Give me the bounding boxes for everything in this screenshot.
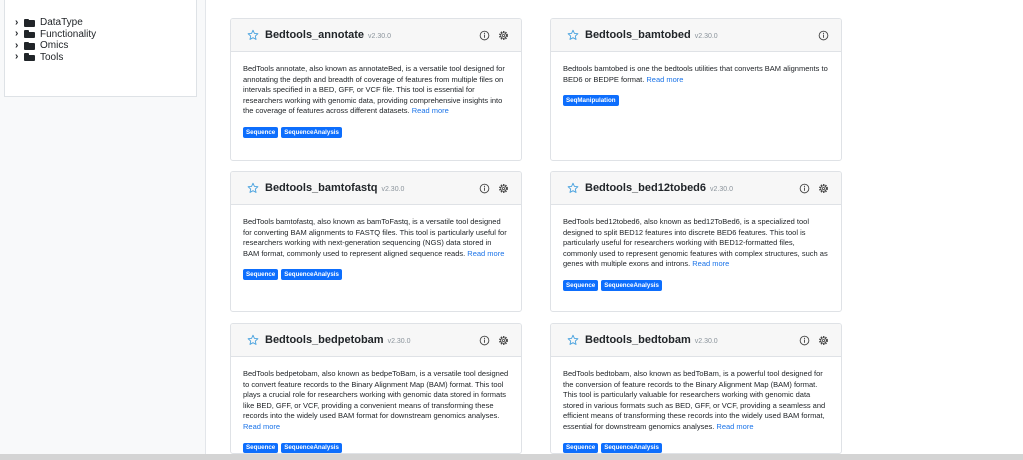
tool-card-bedtools-bedpetobam: Bedtools_bedpetobam v2.30.0 BedTools bed… [230, 323, 522, 454]
info-icon[interactable] [479, 30, 490, 41]
star-icon[interactable] [567, 29, 579, 41]
card-version: v2.30.0 [694, 32, 718, 40]
card-body: BedTools annotate, also known as annotat… [231, 52, 521, 138]
tool-card-bedtools-bamtofastq: Bedtools_bamtofastq v2.30.0 BedTools bam… [230, 171, 522, 312]
read-more-link[interactable]: Read more [692, 259, 729, 268]
tag-badge[interactable]: SequenceAnalysis [601, 442, 662, 453]
info-icon[interactable] [479, 335, 490, 346]
card-title[interactable]: Bedtools_bamtobed [585, 29, 691, 41]
card-description: Bedtools bamtobed is one the bedtools ut… [563, 64, 828, 84]
card-body: BedTools bamtofastq, also known as bamTo… [231, 205, 521, 280]
gear-icon[interactable] [498, 30, 509, 41]
card-version: v2.30.0 [694, 337, 718, 345]
card-description: BedTools bedtobam, also known as bedToBa… [563, 369, 826, 431]
tag-badge[interactable]: SequenceAnalysis [601, 279, 662, 291]
tag-list: Sequence SequenceAnalysis [563, 279, 829, 291]
tag-badge[interactable]: SequenceAnalysis [281, 126, 342, 138]
gear-icon[interactable] [818, 183, 829, 194]
card-body: Bedtools bamtobed is one the bedtools ut… [551, 52, 841, 106]
star-icon[interactable] [567, 334, 579, 346]
card-version: v2.30.0 [710, 185, 733, 193]
tree-item-label: Tools [40, 51, 64, 63]
card-body: BedTools bed12tobed6, also known as bed1… [551, 205, 841, 291]
tree-item-tools[interactable]: › Tools [5, 52, 196, 64]
sidebar: › DataType › Functionality › Omics › Too… [0, 0, 206, 460]
tree-item-omics[interactable]: › Omics [5, 40, 196, 52]
category-tree: › DataType › Functionality › Omics › Too… [4, 0, 197, 97]
tag-list: Sequence SequenceAnalysis [563, 442, 829, 453]
gear-icon[interactable] [818, 335, 829, 346]
tree-item-label: Functionality [40, 28, 97, 40]
card-version: v2.30.0 [387, 337, 411, 345]
tool-card-bedtools-bamtobed: Bedtools_bamtobed v2.30.0 Bedtools bamto… [550, 18, 842, 161]
chevron-right-icon[interactable]: › [15, 52, 24, 62]
star-icon[interactable] [247, 182, 259, 194]
tag-list: Sequence SequenceAnalysis [243, 126, 509, 138]
card-header: Bedtools_bamtofastq v2.30.0 [231, 172, 521, 205]
tag-badge[interactable]: SequenceAnalysis [281, 269, 342, 280]
star-icon[interactable] [247, 29, 259, 41]
card-description: BedTools annotate, also known as annotat… [243, 64, 505, 116]
card-header: Bedtools_bedtobam v2.30.0 [551, 324, 841, 357]
card-body: BedTools bedtobam, also known as bedToBa… [551, 357, 841, 453]
tree-item-label: DataType [40, 17, 83, 29]
info-icon[interactable] [479, 183, 490, 194]
tree-item-functionality[interactable]: › Functionality [5, 29, 196, 41]
card-header: Bedtools_bedpetobam v2.30.0 [231, 324, 521, 357]
card-description: BedTools bedpetobam, also known as bedpe… [243, 369, 509, 421]
tag-badge[interactable]: SequenceAnalysis [281, 442, 342, 453]
read-more-link[interactable]: Read more [412, 106, 449, 115]
info-icon[interactable] [799, 183, 810, 194]
card-title[interactable]: Bedtools_bedpetobam [265, 334, 384, 346]
card-title[interactable]: Bedtools_bedtobam [585, 334, 691, 346]
tag-list: Sequence SequenceAnalysis [243, 442, 509, 453]
card-title[interactable]: Bedtools_bed12tobed6 [585, 182, 706, 194]
card-header: Bedtools_bamtobed v2.30.0 [551, 19, 841, 52]
tag-badge[interactable]: Sequence [243, 269, 279, 280]
tag-badge[interactable]: Sequence [243, 126, 279, 138]
star-icon[interactable] [567, 182, 579, 194]
tool-card-bedtools-annotate: Bedtools_annotate v2.30.0 BedTools annot… [230, 18, 522, 161]
tool-card-bedtools-bed12tobed6: Bedtools_bed12tobed6 v2.30.0 BedTools be… [550, 171, 842, 312]
gear-icon[interactable] [498, 335, 509, 346]
card-version: v2.30.0 [381, 185, 405, 193]
tag-list: SeqManipulation [563, 95, 829, 106]
chevron-right-icon[interactable]: › [15, 40, 24, 51]
card-header: Bedtools_annotate v2.30.0 [231, 19, 521, 52]
tag-list: Sequence SequenceAnalysis [243, 269, 509, 280]
read-more-link[interactable]: Read more [646, 75, 683, 84]
card-header: Bedtools_bed12tobed6 v2.30.0 [551, 172, 841, 205]
tree-item-label: Omics [40, 40, 69, 52]
chevron-right-icon[interactable]: › [15, 29, 24, 39]
read-more-link[interactable]: Read more [243, 422, 280, 431]
tag-badge[interactable]: Sequence [563, 279, 599, 291]
folder-icon [24, 41, 35, 50]
read-more-link[interactable]: Read more [716, 422, 753, 431]
card-title[interactable]: Bedtools_annotate [265, 29, 364, 41]
tag-badge[interactable]: SeqManipulation [563, 95, 619, 106]
folder-icon [24, 30, 35, 39]
read-more-link[interactable]: Read more [467, 249, 504, 258]
gear-icon[interactable] [498, 183, 509, 194]
card-version: v2.30.0 [368, 32, 391, 40]
star-icon[interactable] [247, 334, 259, 346]
tool-card-bedtools-bedtobam: Bedtools_bedtobam v2.30.0 BedTools bedto… [550, 323, 842, 454]
tag-badge[interactable]: Sequence [563, 442, 599, 453]
card-title[interactable]: Bedtools_bamtofastq [265, 182, 377, 194]
tag-badge[interactable]: Sequence [243, 442, 279, 453]
chevron-right-icon[interactable]: › [15, 17, 24, 28]
horizontal-scrollbar[interactable] [0, 454, 1023, 460]
tree-item-datatype[interactable]: › DataType [5, 17, 196, 29]
info-icon[interactable] [799, 335, 810, 346]
folder-icon [24, 18, 35, 27]
folder-icon [24, 53, 35, 62]
info-icon[interactable] [818, 30, 829, 41]
card-body: BedTools bedpetobam, also known as bedpe… [231, 357, 521, 453]
